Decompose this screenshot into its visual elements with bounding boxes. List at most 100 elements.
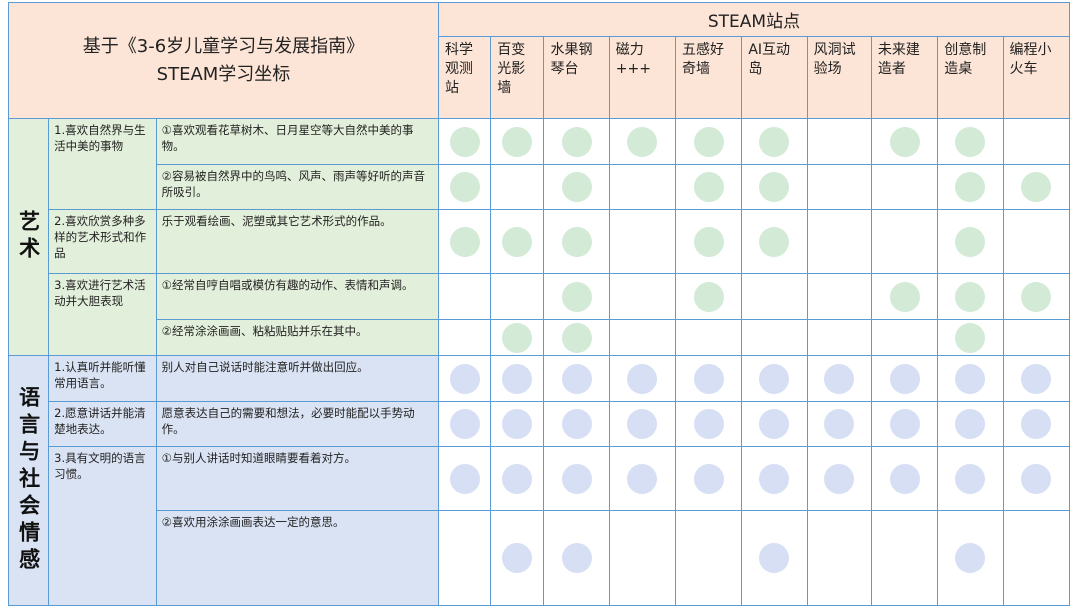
mark-dot bbox=[955, 409, 986, 439]
mark-dot bbox=[502, 322, 533, 353]
station-mark-cell bbox=[608, 118, 677, 165]
station-mark-cell bbox=[937, 510, 1004, 606]
station-mark-cell bbox=[608, 510, 677, 606]
station-mark-cell bbox=[937, 209, 1004, 274]
mark-dot bbox=[1021, 409, 1052, 439]
indicator-cell: ②喜欢用涂涂画画表达一定的意思。 bbox=[155, 510, 439, 606]
station-mark-cell bbox=[675, 209, 743, 274]
station-mark-cell bbox=[870, 446, 939, 511]
indicator-cell: ①喜欢观看花草树木、日月星空等大自然中美的事物。 bbox=[155, 118, 439, 165]
station-mark-cell bbox=[937, 319, 1004, 356]
mark-dot bbox=[449, 409, 480, 439]
station-mark-cell bbox=[543, 273, 610, 320]
table-row: ②容易被自然界中的鸟鸣、风声、雨声等好听的声音所吸引。 bbox=[9, 164, 1071, 210]
mark-dot bbox=[1021, 363, 1052, 394]
station-mark-cell bbox=[870, 209, 939, 274]
mark-dot bbox=[824, 463, 855, 494]
table-title: 基于《3-6岁儿童学习与发展指南》 STEAM学习坐标 bbox=[8, 2, 439, 119]
station-mark-cell bbox=[806, 446, 872, 511]
station-mark-cell bbox=[490, 355, 545, 402]
station-mark-cell bbox=[1002, 446, 1071, 511]
mark-dot bbox=[889, 281, 920, 312]
station-header: 创意制造桌 bbox=[937, 36, 1004, 119]
mark-dot bbox=[561, 543, 592, 573]
station-mark-cell bbox=[741, 401, 808, 447]
station-mark-cell bbox=[870, 319, 939, 356]
table-row: 3.喜欢进行艺术活动并大胆表现 ①经常自哼自唱或模仿有趣的动作、表情和声调。 bbox=[9, 273, 1071, 356]
station-mark-cell bbox=[870, 273, 939, 320]
station-mark-cell bbox=[608, 401, 677, 447]
station-mark-cell bbox=[543, 319, 610, 356]
mark-dot bbox=[502, 463, 533, 494]
indicator-cell: 乐于观看绘画、泥塑或其它艺术形式的作品。 bbox=[155, 209, 439, 274]
mark-dot bbox=[955, 463, 986, 494]
station-mark-cell bbox=[806, 118, 872, 165]
station-mark-cell bbox=[608, 209, 677, 274]
station-mark-cell bbox=[741, 164, 808, 210]
station-mark-cell bbox=[675, 319, 743, 356]
station-mark-cell bbox=[675, 401, 743, 447]
indicator-cell: 愿意表达自己的需要和想法，必要时能配以手势动作。 bbox=[155, 401, 439, 447]
station-mark-cell bbox=[1002, 273, 1071, 320]
station-mark-cell bbox=[870, 355, 939, 402]
station-mark-cell bbox=[490, 401, 545, 447]
domain-label: 艺术 bbox=[7, 118, 50, 356]
mark-dot bbox=[627, 463, 658, 494]
station-mark-cell bbox=[608, 164, 677, 210]
station-mark-cell bbox=[1002, 319, 1071, 356]
mark-dot bbox=[759, 126, 790, 157]
mark-dot bbox=[955, 543, 986, 573]
station-mark-cell bbox=[937, 446, 1004, 511]
mark-dot bbox=[561, 363, 592, 394]
table-row: ②经常涂涂画画、粘粘贴贴并乐在其中。 bbox=[9, 319, 1071, 356]
title-line-1: 基于《3-6岁儿童学习与发展指南》 bbox=[82, 35, 365, 57]
station-mark-cell bbox=[543, 510, 610, 606]
goal-cell: 1.认真听并能听懂常用语言。 bbox=[48, 355, 157, 402]
mark-dot bbox=[627, 363, 658, 394]
station-mark-cell bbox=[1002, 355, 1071, 402]
station-mark-cell bbox=[675, 164, 743, 210]
mark-dot bbox=[1021, 463, 1052, 494]
station-mark-cell bbox=[675, 273, 743, 320]
mark-dot bbox=[693, 463, 724, 494]
station-header: 五感好奇墙 bbox=[675, 36, 743, 119]
mark-dot bbox=[889, 463, 920, 494]
stations-header: STEAM站点 bbox=[437, 2, 1071, 37]
station-mark-cell bbox=[437, 273, 492, 320]
station-mark-cell bbox=[543, 118, 610, 165]
station-mark-cell bbox=[437, 355, 492, 402]
indicator-cell: ①经常自哼自唱或模仿有趣的动作、表情和声调。 bbox=[155, 273, 439, 320]
station-mark-cell bbox=[741, 319, 808, 356]
station-mark-cell bbox=[543, 401, 610, 447]
station-mark-cell bbox=[543, 446, 610, 511]
station-mark-cell bbox=[437, 510, 492, 606]
station-mark-cell bbox=[937, 118, 1004, 165]
station-mark-cell bbox=[1002, 510, 1071, 606]
station-header: 百变光影墙 bbox=[490, 36, 545, 119]
station-mark-cell bbox=[1002, 401, 1071, 447]
station-mark-cell bbox=[490, 273, 545, 320]
station-mark-cell bbox=[437, 446, 492, 511]
station-mark-cell bbox=[806, 209, 872, 274]
station-mark-cell bbox=[741, 273, 808, 320]
station-mark-cell bbox=[937, 273, 1004, 320]
station-header: 磁力+++ bbox=[608, 36, 677, 119]
station-mark-cell bbox=[806, 510, 872, 606]
station-mark-cell bbox=[608, 446, 677, 511]
mark-dot bbox=[889, 363, 920, 394]
mark-dot bbox=[561, 281, 592, 312]
mark-dot bbox=[889, 409, 920, 439]
station-mark-cell bbox=[870, 401, 939, 447]
mark-dot bbox=[759, 463, 790, 494]
goal-cell: 2.愿意讲话并能清楚地表达。 bbox=[48, 401, 157, 447]
station-mark-cell bbox=[437, 319, 492, 356]
goal-cell: 3.具有文明的语言习惯。 bbox=[48, 446, 157, 606]
steam-coordinate-table: 基于《3-6岁儿童学习与发展指南》 STEAM学习坐标 STEAM站点 科学观测… bbox=[7, 2, 1071, 606]
mark-dot bbox=[449, 172, 480, 202]
mark-dot bbox=[693, 363, 724, 394]
station-mark-cell bbox=[675, 118, 743, 165]
mark-dot bbox=[561, 226, 592, 257]
mark-dot bbox=[449, 463, 480, 494]
domain-text: 语言与社会情感 bbox=[16, 386, 41, 575]
mark-dot bbox=[561, 126, 592, 157]
